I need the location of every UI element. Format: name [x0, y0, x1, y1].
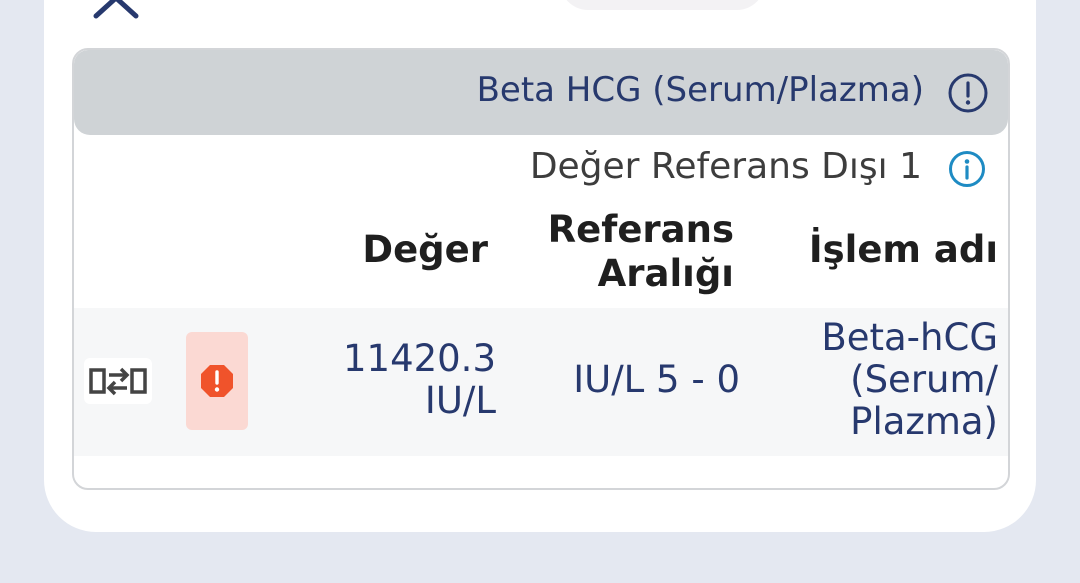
column-header-value: Değer: [362, 228, 488, 271]
table-row: 11420.3 IU/L IU/L 5 - 0 Beta-hCG (Serum/…: [74, 308, 1008, 456]
column-header-reference-line2: Aralığı: [597, 252, 734, 295]
swap-button[interactable]: [84, 358, 152, 404]
out-of-range-count: Değer Referans Dışı 1: [529, 146, 922, 187]
info-button[interactable]: [948, 150, 986, 188]
reference-range: IU/L 5 - 0: [573, 358, 740, 401]
warning-octagon-icon: [201, 365, 233, 397]
test-name: Beta-hCG (Serum/ Plazma): [821, 317, 998, 443]
test-name-line3: Plazma): [850, 400, 998, 443]
card-header: Beta HCG (Serum/Plazma): [74, 50, 1008, 135]
column-header-test-name: İşlem adı: [808, 228, 998, 271]
alert-button[interactable]: [948, 73, 988, 113]
test-name-line2: (Serum/: [850, 358, 998, 401]
close-icon: [93, 0, 139, 19]
column-header-reference-line1: Referans: [547, 208, 734, 251]
test-title: Beta HCG (Serum/Plazma): [476, 70, 924, 110]
test-name-line1: Beta-hCG: [821, 316, 998, 359]
close-button[interactable]: [88, 0, 144, 20]
alert-circle-icon: [948, 73, 988, 113]
swap-icon: [89, 367, 147, 396]
info-icon: [949, 151, 985, 187]
top-tab-pill[interactable]: [560, 0, 765, 10]
test-result-card: Beta HCG (Serum/Plazma) Değer Referans D…: [72, 48, 1010, 490]
result-value-number: 11420.3: [342, 337, 496, 380]
result-value: 11420.3 IU/L: [343, 338, 496, 422]
result-value-unit: IU/L: [424, 379, 496, 422]
out-of-range-badge: [186, 332, 248, 430]
column-header-reference: Referans Aralığı: [548, 208, 734, 296]
